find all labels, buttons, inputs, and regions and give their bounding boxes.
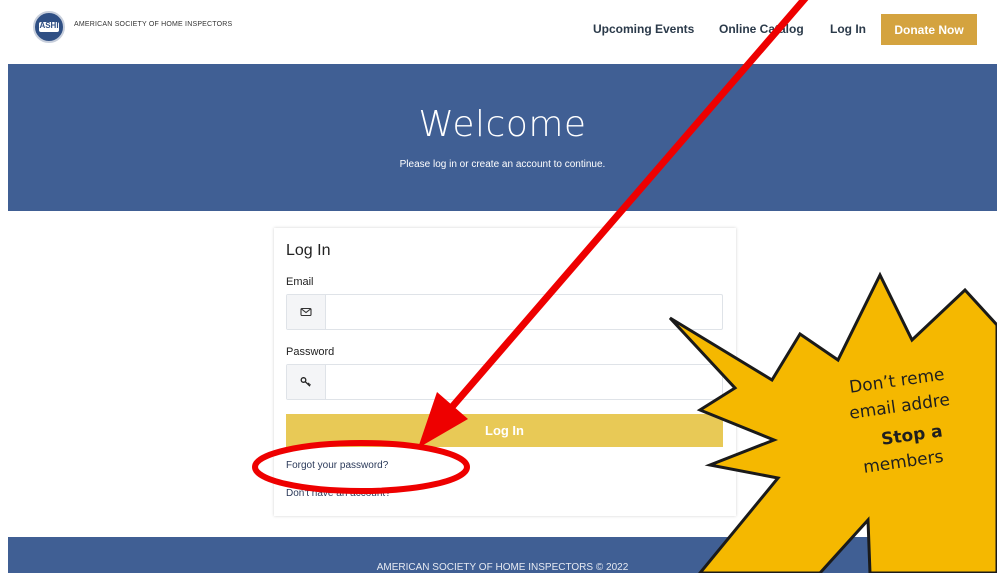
create-account-link[interactable]: Don't have an account? bbox=[286, 488, 391, 499]
welcome-banner: Welcome Please log in or create an accou… bbox=[8, 64, 997, 211]
nav-upcoming-events[interactable]: Upcoming Events bbox=[593, 22, 694, 36]
ashi-logo-icon[interactable]: ASHI bbox=[33, 11, 65, 43]
password-field[interactable] bbox=[327, 366, 721, 398]
email-field[interactable] bbox=[327, 296, 721, 328]
copyright-text: AMERICAN SOCIETY OF HOME INSPECTORS © 20… bbox=[376, 562, 629, 573]
password-field-group bbox=[286, 364, 723, 400]
login-card: Log In Email Password Log In Forgot your… bbox=[274, 228, 736, 516]
callout-line-4: members bbox=[862, 446, 945, 478]
email-field-group bbox=[286, 294, 723, 330]
log-in-button[interactable]: Log In bbox=[286, 414, 723, 447]
nav-online-catalog[interactable]: Online Catalog bbox=[719, 22, 804, 36]
donate-now-button[interactable]: Donate Now bbox=[881, 14, 977, 45]
site-header: ASHI AMERICAN SOCIETY OF HOME INSPECTORS… bbox=[0, 0, 997, 64]
page-subtitle: Please log in or create an account to co… bbox=[399, 159, 606, 170]
envelope-icon bbox=[287, 295, 326, 329]
logo-wordmark[interactable]: AMERICAN SOCIETY OF HOME INSPECTORS bbox=[74, 21, 232, 28]
forgot-password-link[interactable]: Forgot your password? bbox=[286, 460, 388, 471]
login-heading: Log In bbox=[286, 242, 331, 259]
site-footer: AMERICAN SOCIETY OF HOME INSPECTORS © 20… bbox=[8, 537, 997, 573]
email-label: Email bbox=[286, 276, 314, 288]
page-title: Welcome bbox=[418, 104, 587, 145]
password-label: Password bbox=[286, 346, 335, 358]
key-icon bbox=[287, 365, 326, 399]
callout-line-3: Stop a bbox=[880, 421, 944, 450]
nav-log-in[interactable]: Log In bbox=[830, 22, 866, 36]
